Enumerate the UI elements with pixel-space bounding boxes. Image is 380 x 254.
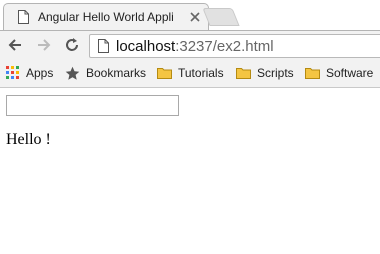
bookmark-software[interactable]: Software — [305, 64, 373, 82]
bookmark-label: Scripts — [257, 66, 294, 80]
folder-icon — [305, 68, 320, 79]
bookmark-label: Apps — [26, 66, 54, 80]
tab-active[interactable]: Angular Hello World Appli — [3, 3, 209, 31]
bookmark-label: Bookmarks — [86, 66, 147, 80]
greeting-text: Hello ! — [6, 131, 51, 148]
back-arrow-icon[interactable] — [7, 37, 23, 53]
tab-strip: Angular Hello World Appli — [0, 0, 380, 31]
tab-title: Angular Hello World Appli — [38, 10, 174, 24]
bookmark-label: Tutorials — [178, 66, 224, 80]
bookmarks-bar: Apps Bookmarks Tutorials Scripts Softwar… — [0, 60, 380, 88]
apps-grid-icon — [6, 66, 19, 79]
folder-icon — [236, 68, 251, 79]
address-bar[interactable]: localhost:3237/ex2.html — [89, 34, 380, 58]
page-icon — [18, 10, 29, 24]
bookmark-label: Software — [326, 66, 374, 80]
bookmark-scripts[interactable]: Scripts — [236, 64, 294, 82]
bookmark-bookmarks[interactable]: Bookmarks — [65, 64, 146, 82]
url-path: :3237/ex2.html — [175, 38, 274, 55]
page-icon — [98, 39, 109, 53]
toolbar: localhost:3237/ex2.html — [0, 30, 380, 60]
folder-icon — [157, 68, 172, 79]
forward-arrow-icon[interactable] — [36, 37, 52, 53]
url-host: localhost — [116, 38, 176, 55]
reload-icon[interactable] — [64, 37, 80, 53]
close-icon[interactable] — [190, 12, 200, 22]
new-tab-button[interactable] — [202, 8, 240, 26]
name-input[interactable] — [6, 95, 179, 116]
url-text[interactable]: localhost:3237/ex2.html — [116, 38, 274, 55]
bookmark-apps[interactable]: Apps — [6, 64, 53, 82]
bookmark-tutorials[interactable]: Tutorials — [157, 64, 224, 82]
star-icon — [65, 66, 80, 80]
page-content: Hello ! — [0, 89, 380, 254]
